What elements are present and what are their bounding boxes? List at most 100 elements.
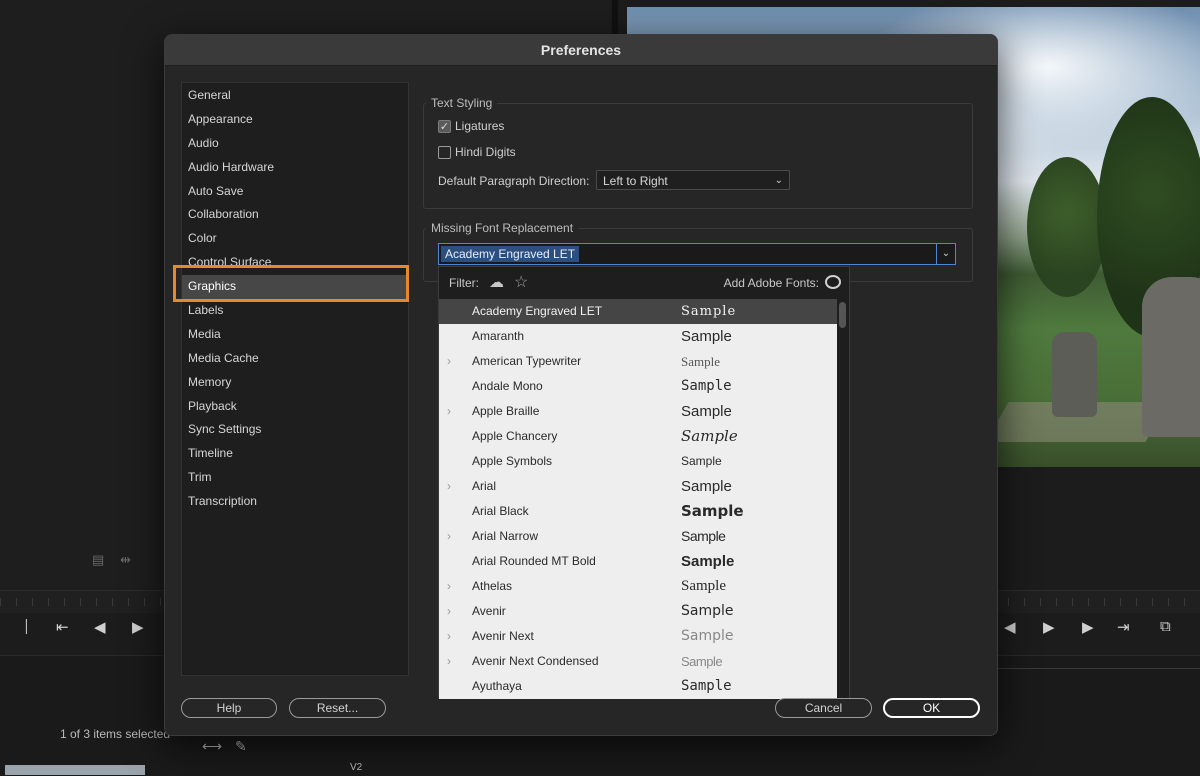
go-to-in-icon[interactable]: ⇤: [56, 618, 69, 636]
step-back-right-icon[interactable]: ◀: [1004, 618, 1016, 636]
font-row-arial-black[interactable]: Arial Black Sample: [439, 499, 837, 524]
waveform-icon[interactable]: ⇹: [120, 552, 131, 568]
sidebar-item-appearance[interactable]: Appearance: [182, 108, 408, 132]
play-right-icon[interactable]: ▶: [1043, 618, 1055, 636]
reset-button[interactable]: Reset...: [289, 698, 386, 718]
hindi-digits-label: Hindi Digits: [455, 145, 516, 159]
font-row-avenir-next-condensed[interactable]: › Avenir Next Condensed Sample: [439, 649, 837, 674]
font-row-academy-engraved-let[interactable]: Academy Engraved LET Sample: [439, 299, 837, 324]
sidebar-item-memory[interactable]: Memory: [182, 371, 408, 395]
pen-tool-icon[interactable]: ✎: [235, 738, 247, 755]
font-sample: Sample: [681, 502, 744, 520]
font-select[interactable]: Academy Engraved LET ⌄: [438, 243, 956, 265]
font-sample: Sample: [681, 304, 737, 319]
sidebar-item-graphics[interactable]: Graphics: [182, 275, 408, 300]
sidebar-item-auto-save[interactable]: Auto Save: [182, 180, 408, 204]
chevron-right-icon[interactable]: ›: [447, 349, 451, 374]
chevron-right-icon[interactable]: ›: [447, 599, 451, 624]
settings-icon[interactable]: ▤: [92, 552, 104, 568]
missing-font-legend: Missing Font Replacement: [426, 221, 579, 235]
paragraph-direction-select[interactable]: Left to Right ⌄: [596, 170, 790, 190]
chevron-down-icon[interactable]: ⌄: [936, 244, 955, 264]
go-to-out-icon[interactable]: ⇥: [1117, 618, 1130, 636]
cloud-check-icon[interactable]: ☁: [489, 273, 504, 291]
font-sample: Sample: [681, 678, 732, 694]
font-name: Ayuthaya: [472, 679, 522, 693]
sidebar-item-general[interactable]: General: [182, 84, 408, 108]
font-row-apple-chancery[interactable]: Apple Chancery Sample: [439, 424, 837, 449]
step-forward-icon[interactable]: ▶: [1082, 618, 1094, 636]
font-sample: Sample: [681, 628, 734, 644]
font-row-ayuthaya[interactable]: Ayuthaya Sample: [439, 674, 837, 699]
ligatures-label: Ligatures: [455, 119, 505, 133]
preferences-sidebar: General Appearance Audio Audio Hardware …: [181, 82, 409, 676]
play-icon[interactable]: ▶: [132, 618, 144, 636]
font-row-apple-braille[interactable]: › Apple Braille Sample: [439, 399, 837, 424]
mark-out-icon[interactable]: ⎹: [12, 618, 27, 635]
sidebar-item-transcription[interactable]: Transcription: [182, 490, 408, 514]
font-sample: Sample: [681, 328, 732, 345]
items-selected-status: 1 of 3 items selected: [60, 727, 171, 741]
font-row-arial-narrow[interactable]: › Arial Narrow Sample: [439, 524, 837, 549]
sidebar-item-media-cache[interactable]: Media Cache: [182, 347, 408, 371]
sidebar-item-audio[interactable]: Audio: [182, 132, 408, 156]
chevron-right-icon[interactable]: ›: [447, 649, 451, 674]
ligatures-checkbox[interactable]: ✓: [438, 119, 451, 133]
scrollbar-thumb[interactable]: [839, 302, 846, 328]
sidebar-item-control-surface[interactable]: Control Surface: [182, 251, 408, 275]
font-sample: Sample: [681, 578, 726, 594]
font-name: Apple Chancery: [472, 429, 558, 443]
font-row-arial[interactable]: › Arial Sample: [439, 474, 837, 499]
chevron-down-icon: ⌄: [774, 175, 783, 186]
star-icon[interactable]: ☆: [514, 272, 528, 292]
preferences-dialog: Preferences General Appearance Audio Aud…: [164, 34, 998, 736]
chevron-right-icon[interactable]: ›: [447, 474, 451, 499]
sidebar-item-playback[interactable]: Playback: [182, 395, 408, 419]
track-label: V2: [350, 762, 363, 773]
sidebar-item-media[interactable]: Media: [182, 323, 408, 347]
font-name: Academy Engraved LET: [472, 304, 603, 318]
font-sample: Sample: [681, 654, 723, 669]
sidebar-item-sync-settings[interactable]: Sync Settings: [182, 418, 408, 442]
hindi-digits-checkbox[interactable]: [438, 145, 451, 159]
help-button[interactable]: Help: [181, 698, 277, 718]
paragraph-direction-value: Left to Right: [603, 174, 668, 188]
hindi-digits-row[interactable]: Hindi Digits: [438, 145, 516, 159]
sidebar-item-labels[interactable]: Labels: [182, 299, 408, 323]
creative-cloud-icon[interactable]: [825, 275, 841, 289]
font-name: Arial: [472, 479, 497, 493]
font-sample: Sample: [681, 553, 735, 570]
sidebar-item-color[interactable]: Color: [182, 227, 408, 251]
ligatures-row[interactable]: ✓ Ligatures: [438, 119, 504, 133]
chevron-right-icon[interactable]: ›: [447, 524, 451, 549]
chevron-right-icon[interactable]: ›: [447, 399, 451, 424]
step-back-icon[interactable]: ◀: [94, 618, 106, 636]
font-name: Arial Rounded MT Bold: [472, 554, 596, 568]
font-name: Arial Narrow: [472, 529, 539, 543]
track-select-icon[interactable]: ⟷: [202, 738, 222, 755]
chevron-right-icon[interactable]: ›: [447, 574, 451, 599]
cancel-button[interactable]: Cancel: [775, 698, 872, 718]
font-row-apple-symbols[interactable]: Apple Symbols Sample: [439, 449, 837, 474]
font-list: Academy Engraved LET Sample Amaranth Sam…: [439, 299, 837, 699]
export-frame-icon[interactable]: ⧉: [1160, 618, 1171, 635]
font-name: Avenir Next Condensed: [472, 654, 599, 668]
ok-button[interactable]: OK: [883, 698, 980, 718]
sidebar-item-audio-hardware[interactable]: Audio Hardware: [182, 156, 408, 180]
font-row-arial-rounded-mt-bold[interactable]: Arial Rounded MT Bold Sample: [439, 549, 837, 574]
sidebar-item-timeline[interactable]: Timeline: [182, 442, 408, 466]
sidebar-item-trim[interactable]: Trim: [182, 466, 408, 490]
sidebar-item-collaboration[interactable]: Collaboration: [182, 203, 408, 227]
font-name: Avenir: [472, 604, 506, 618]
font-sample: Sample: [681, 454, 722, 468]
font-row-amaranth[interactable]: Amaranth Sample: [439, 324, 837, 349]
font-row-andale-mono[interactable]: Andale Mono Sample: [439, 374, 837, 399]
font-row-avenir-next[interactable]: › Avenir Next Sample: [439, 624, 837, 649]
font-sample: Sample: [681, 427, 738, 445]
font-row-american-typewriter[interactable]: › American Typewriter Sample: [439, 349, 837, 374]
clip-thumbnail[interactable]: [5, 765, 145, 775]
font-row-avenir[interactable]: › Avenir Sample: [439, 599, 837, 624]
font-list-scrollbar[interactable]: [837, 299, 849, 699]
chevron-right-icon[interactable]: ›: [447, 624, 451, 649]
font-row-athelas[interactable]: › Athelas Sample: [439, 574, 837, 599]
